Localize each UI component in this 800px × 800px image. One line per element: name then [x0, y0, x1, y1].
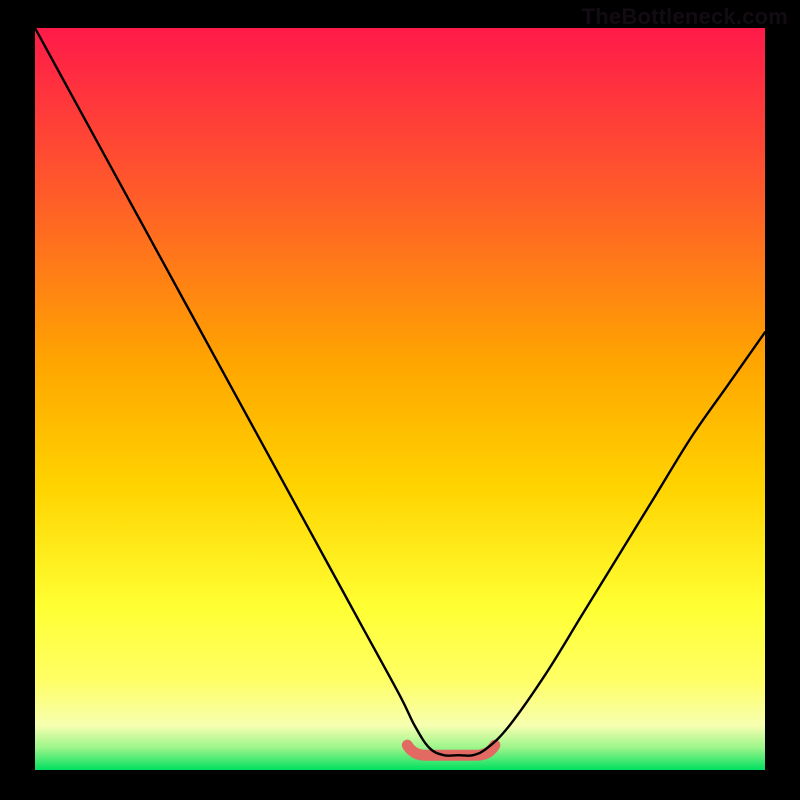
watermark-label: TheBottleneck.com: [582, 4, 788, 30]
gradient-background: [35, 28, 765, 770]
chart-frame: TheBottleneck.com: [0, 0, 800, 800]
bottleneck-chart: [35, 28, 765, 770]
plot-area: [35, 28, 765, 770]
